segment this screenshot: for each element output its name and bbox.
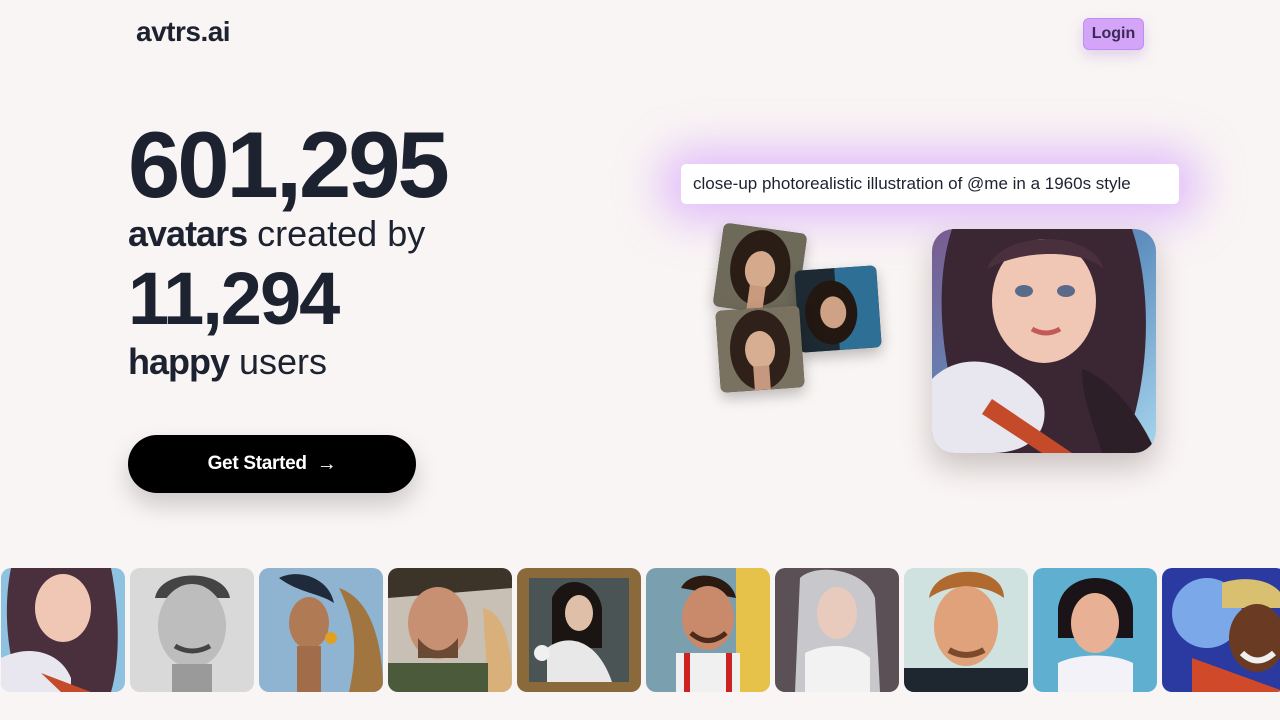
gallery-avatar-woman-fur-coat[interactable] (1, 568, 125, 692)
get-started-label: Get Started (207, 453, 307, 474)
avatars-caption-rest: created by (247, 213, 426, 254)
source-photo-3 (715, 305, 805, 393)
site-logo[interactable]: avtrs.ai (136, 16, 231, 48)
gallery-avatar-man-city-street[interactable] (646, 568, 770, 692)
generated-avatar-image (932, 229, 1156, 453)
gallery-avatar-woman-silver-hair[interactable] (775, 568, 899, 692)
avatars-count: 601,295 (128, 112, 450, 217)
avatars-caption-bold: avatars (128, 213, 248, 254)
source-photo-1 (712, 222, 808, 318)
source-photo-2 (794, 265, 882, 353)
login-button[interactable]: Login (1083, 18, 1144, 50)
users-caption-bold: happy (128, 341, 230, 382)
gallery-avatar-man-cartoon[interactable] (904, 568, 1028, 692)
gallery-avatar-woman-earrings-camel[interactable] (259, 568, 383, 692)
prompt-text: close-up photorealistic illustration of … (693, 174, 1131, 193)
gallery-avatar-woman-framed-painting[interactable] (517, 568, 641, 692)
users-caption-rest: users (229, 341, 328, 382)
gallery-avatar-girl-cartoon[interactable] (1033, 568, 1157, 692)
gallery-avatar-man-colorful-hat[interactable] (1162, 568, 1280, 692)
users-count: 11,294 (128, 257, 340, 340)
get-started-button[interactable]: Get Started → (128, 435, 416, 493)
avatar-gallery (1, 568, 1280, 692)
gallery-avatar-man-pencil-sketch[interactable] (130, 568, 254, 692)
arrow-right-icon: → (316, 452, 337, 475)
users-caption: happy users (128, 344, 327, 380)
gallery-avatar-man-hat-camel[interactable] (388, 568, 512, 692)
prompt-text-box: close-up photorealistic illustration of … (681, 164, 1179, 204)
avatars-caption: avatars created by (128, 216, 425, 252)
